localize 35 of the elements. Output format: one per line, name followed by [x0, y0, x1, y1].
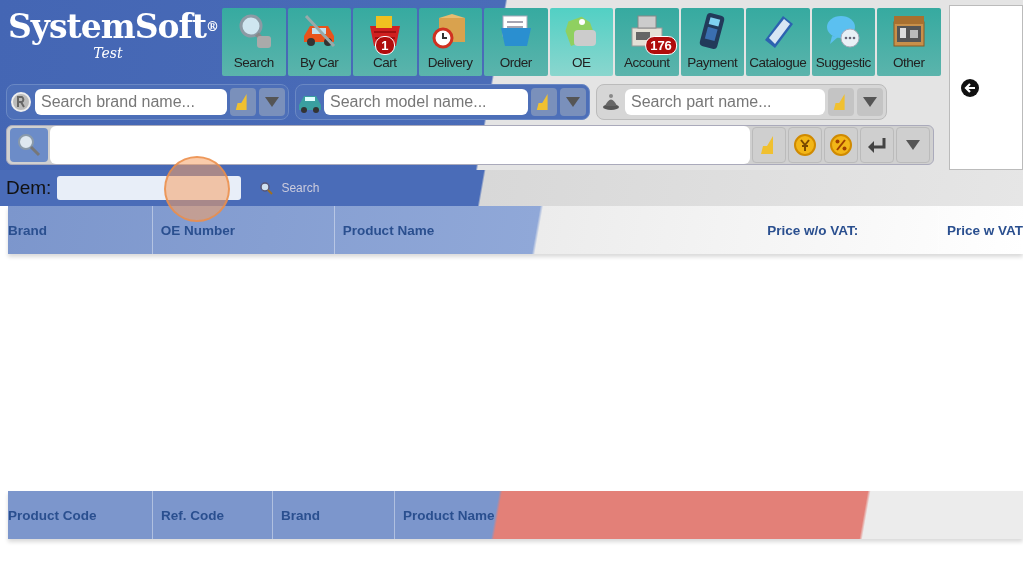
percent-icon[interactable]: [824, 127, 858, 163]
toolbar-button[interactable]: 176 Account: [615, 8, 679, 76]
count-badge: 176: [645, 36, 677, 55]
bell-icon: [600, 91, 622, 113]
search-icon[interactable]: [10, 128, 48, 162]
dropdown-icon[interactable]: [259, 88, 285, 116]
dropdown-icon[interactable]: [896, 127, 930, 163]
oem-input-field[interactable]: [57, 176, 242, 200]
search-field[interactable]: [50, 126, 750, 164]
toolbar-button[interactable]: Search: [222, 8, 286, 76]
search-link[interactable]: Search: [259, 181, 320, 195]
toolbar-button[interactable]: Catalogue: [746, 8, 810, 76]
logo: SystemSoft$^{®}$ Test: [7, 6, 220, 61]
toolbar-button[interactable]: Suggestic: [811, 8, 875, 76]
search-icon: [259, 181, 274, 195]
toolbar-button[interactable]: Other: [877, 8, 941, 76]
toolbar-button[interactable]: OE: [549, 8, 613, 76]
toolbar-button[interactable]: Delivery: [418, 8, 482, 76]
toolbar-button[interactable]: Order: [484, 8, 548, 76]
toolbar-button[interactable]: 1 Cart: [353, 8, 417, 76]
dropdown-icon[interactable]: [857, 88, 883, 116]
coin-icon[interactable]: [788, 127, 822, 163]
toolbar-button[interactable]: Payment: [680, 8, 744, 76]
search-field[interactable]: Search brand name...: [35, 89, 227, 115]
broom-icon[interactable]: [531, 88, 557, 116]
toolbar-button[interactable]: By Car: [287, 8, 351, 76]
oem-label: Dem:: [6, 177, 52, 199]
column-header[interactable]: Price w VAT: [938, 206, 1023, 254]
search-field[interactable]: Search part name...: [625, 89, 825, 115]
dropdown-icon[interactable]: [560, 88, 586, 116]
enter-icon[interactable]: [860, 127, 894, 163]
search-field[interactable]: Search model name...: [324, 89, 528, 115]
column-header[interactable]: Price w/o VAT:: [759, 206, 939, 254]
broom-icon[interactable]: [230, 88, 256, 116]
registered-icon: [10, 91, 32, 113]
